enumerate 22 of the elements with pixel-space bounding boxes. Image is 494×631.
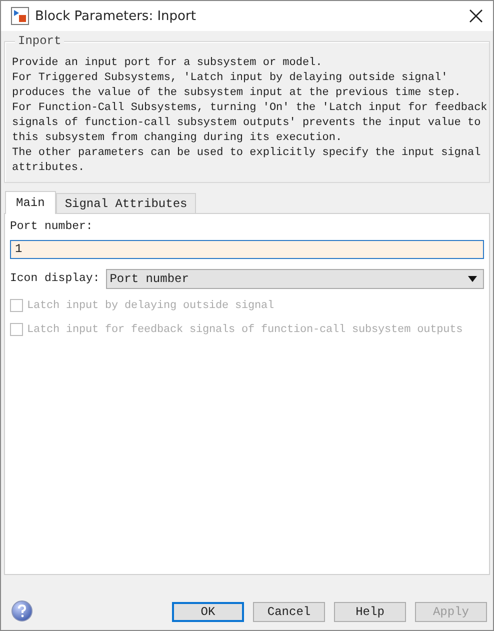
dialog-button[interactable]: OK [172,602,244,622]
tab[interactable]: Signal Attributes [56,193,196,213]
tab[interactable]: Main [5,191,56,214]
description-line: attributes. [12,161,86,176]
description-line: this subsystem from changing during its execution. [12,131,344,146]
description-line: The other parameters can be used to explicitly specify the input signal [12,146,482,161]
field-label: Icon display: [10,271,100,287]
dropdown[interactable]: Port number [106,269,484,289]
caret-icon [468,276,477,282]
input-field[interactable]: 1 [10,240,484,259]
description-line: Provide an input port for a subsystem or model. [12,56,324,71]
help-icon[interactable] [11,600,33,622]
window-title: Block Parameters: Inport [35,8,197,24]
dialog-button[interactable]: Cancel [253,602,325,622]
group-title: Inport [15,34,64,48]
field-label: Port number: [10,219,94,235]
dialog-button[interactable]: Help [334,602,406,622]
description-line: For Triggered Subsystems, 'Latch input by delaying outside signal' [12,71,449,86]
block-icon [11,7,29,25]
description-line: signals of function-call subsystem outputs' prevents the input value to [12,116,482,131]
description-line: produces the value of the subsystem input at the previous time step. [12,86,462,101]
close-icon[interactable] [469,9,483,23]
